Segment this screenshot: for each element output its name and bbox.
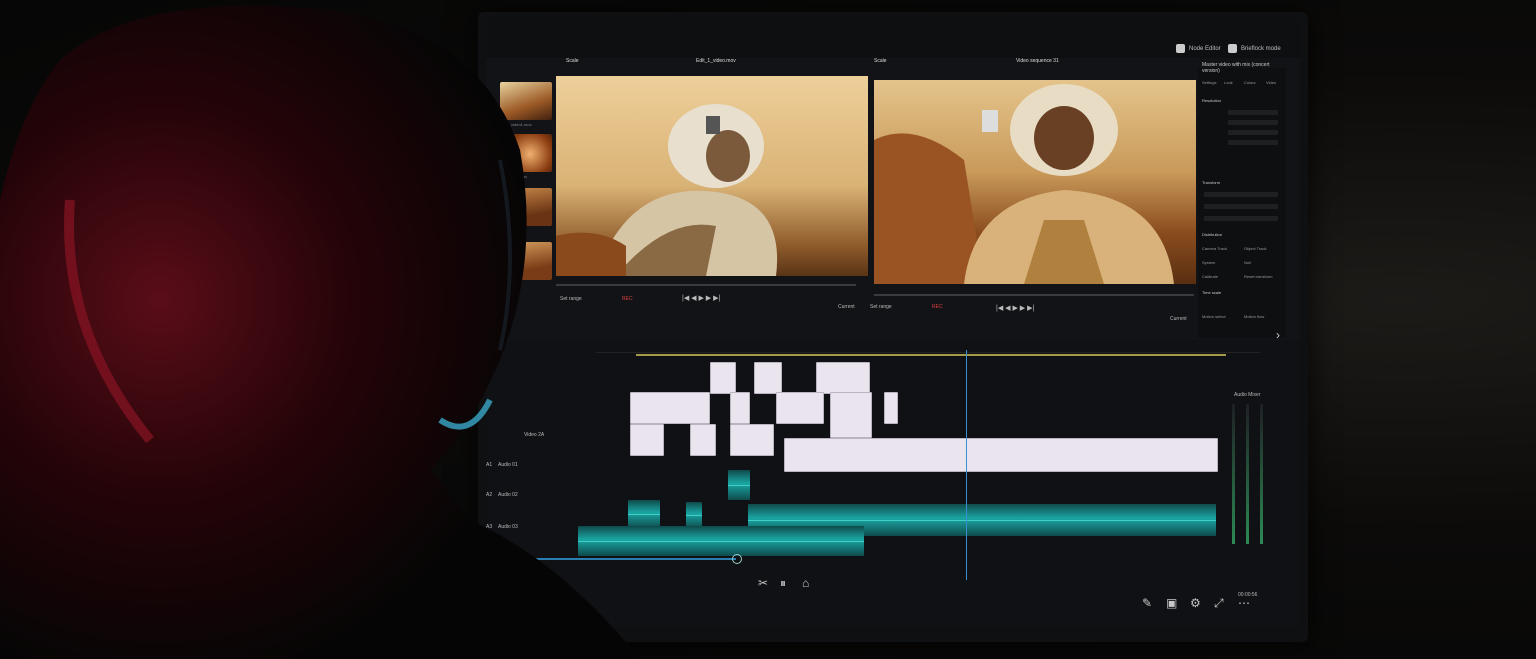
- media-thumb-label: TL2_lens.mov: [502, 174, 528, 179]
- inspector-section-resolution: Resolution: [1202, 98, 1221, 103]
- node-editor-icon: [1176, 44, 1185, 53]
- top-bar: Node Editor Brieflock mode: [486, 18, 1300, 58]
- video-clip[interactable]: [784, 438, 1218, 472]
- node-editor-button[interactable]: Node Editor: [1176, 44, 1221, 53]
- viewer-right-title: Video sequence 31: [1016, 58, 1059, 64]
- frame-icon[interactable]: ▣: [1166, 596, 1177, 610]
- audio-meter: [1232, 404, 1235, 544]
- brieflock-icon: [1228, 44, 1237, 53]
- timeline-ruler[interactable]: [596, 340, 1260, 353]
- media-thumb-label: TL1_video1.mov: [502, 122, 532, 127]
- astronaut-right-image: [874, 84, 1174, 284]
- viewer-left[interactable]: [556, 76, 868, 276]
- inspector-button-reset-transform[interactable]: Reset transform: [1244, 274, 1282, 281]
- inspector-title: Master video with mix (concert version): [1202, 62, 1270, 74]
- pencil-icon[interactable]: ✎: [1142, 596, 1152, 610]
- zoom-slider-handle[interactable]: [732, 554, 742, 564]
- inspector-field[interactable]: [1204, 216, 1278, 221]
- monitor: Node Editor Brieflock mode TL1_video1.mo…: [478, 12, 1308, 642]
- track-label-video-2a: Video 2A: [524, 432, 545, 438]
- inspector-button-null[interactable]: Null: [1244, 260, 1282, 267]
- media-thumb[interactable]: [500, 242, 552, 280]
- media-thumb[interactable]: [500, 188, 552, 226]
- inspector-button-motion-flow[interactable]: Motion flow: [1244, 314, 1282, 321]
- playhead[interactable]: [966, 350, 967, 580]
- audio-clip[interactable]: [686, 502, 702, 528]
- audio-clip[interactable]: [628, 500, 660, 528]
- video-clip[interactable]: [630, 424, 664, 456]
- viewer-right[interactable]: [874, 80, 1196, 284]
- inspector-panel: Master video with mix (concert version) …: [1198, 62, 1286, 338]
- video-clip[interactable]: [690, 424, 716, 456]
- viewer-left-scale[interactable]: Scale: [566, 58, 579, 64]
- inspector-section-distribution: Distribution: [1202, 232, 1223, 237]
- viewer-right-current[interactable]: Current: [1170, 316, 1187, 322]
- track-label-audio-03: A3 Audio 03: [486, 524, 518, 530]
- viewer-right-transport-controls[interactable]: |◀ ◀ ▶ ▶ ▶|: [996, 304, 1034, 312]
- inspector-section-time-scale: Time scale: [1202, 290, 1222, 295]
- inspector-field[interactable]: [1228, 140, 1278, 145]
- zoom-slider[interactable]: [516, 558, 736, 560]
- more-icon[interactable]: ⋯: [1238, 596, 1250, 610]
- viewer-left-title: Edit_1_video.mov: [696, 58, 736, 64]
- viewer-right-rec[interactable]: REC: [932, 304, 943, 310]
- audio-clip[interactable]: [728, 470, 750, 500]
- inspector-section-transform: Transform: [1202, 180, 1221, 185]
- video-clip[interactable]: [830, 392, 872, 438]
- astronaut-left-image: [556, 104, 778, 276]
- audio-clip[interactable]: [578, 526, 864, 556]
- video-clip[interactable]: [776, 392, 824, 424]
- viewer-right-scrubber[interactable]: [874, 294, 1194, 296]
- video-clip[interactable]: [884, 392, 898, 424]
- node-editor-label: Node Editor: [1189, 45, 1221, 52]
- expand-icon[interactable]: ⤢: [1214, 596, 1224, 611]
- inspector-tab-video[interactable]: Video: [1266, 80, 1282, 87]
- fill-icon[interactable]: ⌂: [802, 576, 809, 590]
- viewer-left-transport-controls[interactable]: |◀ ◀ ▶ ▶ ▶|: [682, 294, 720, 302]
- media-strip: TL1_video1.mov TL2_lens.mov Intro.mov: [494, 82, 552, 312]
- inspector-button-object-track[interactable]: Object Track: [1244, 246, 1282, 253]
- brieflock-button[interactable]: Brieflock mode: [1228, 44, 1281, 53]
- video-clip[interactable]: [630, 392, 710, 424]
- media-thumb[interactable]: [500, 134, 552, 172]
- brieflock-label: Brieflock mode: [1241, 45, 1281, 52]
- timeline: Video 2A A1 Audio 01 A2 Audio 02 A3 Audio 0…: [486, 340, 1300, 628]
- fx-icon[interactable]: ⚙: [1190, 596, 1201, 610]
- viewer-left-scrubber[interactable]: [556, 284, 856, 286]
- viewer-left-rec[interactable]: REC: [622, 296, 633, 302]
- inspector-field[interactable]: [1228, 110, 1278, 115]
- video-clip[interactable]: [754, 362, 782, 394]
- audio-mixer-label: Audio Mixer: [1234, 392, 1261, 398]
- media-thumb[interactable]: [500, 82, 552, 120]
- viewer-right-scale[interactable]: Scale: [874, 58, 887, 64]
- audio-meter: [1246, 404, 1249, 544]
- viewer-right-set-range[interactable]: Set range: [870, 304, 892, 310]
- pause-icon[interactable]: ⏸: [780, 576, 786, 591]
- inspector-field[interactable]: [1204, 192, 1278, 197]
- inspector-field[interactable]: [1228, 120, 1278, 125]
- viewer-left-set-range[interactable]: Set range: [560, 296, 582, 302]
- viewer-left-current[interactable]: Current: [838, 304, 855, 310]
- track-label-audio-02: A2 Audio 02: [486, 492, 518, 498]
- audio-meter: [1260, 404, 1263, 544]
- inspector-field[interactable]: [1204, 204, 1278, 209]
- track-label: [486, 384, 586, 402]
- editor-screen: Node Editor Brieflock mode TL1_video1.mo…: [486, 18, 1300, 628]
- video-clip[interactable]: [730, 424, 774, 456]
- video-clip[interactable]: [710, 362, 736, 394]
- video-clip[interactable]: [816, 362, 870, 394]
- inspector-field[interactable]: [1228, 130, 1278, 135]
- media-thumb-label: Intro.mov: [502, 228, 519, 233]
- track-label: [486, 414, 586, 432]
- timeline-range-bar[interactable]: [636, 354, 1226, 356]
- scissors-icon[interactable]: ✂: [758, 576, 768, 590]
- video-clip[interactable]: [730, 392, 750, 424]
- track-label-audio-01: A1 Audio 01: [486, 462, 518, 468]
